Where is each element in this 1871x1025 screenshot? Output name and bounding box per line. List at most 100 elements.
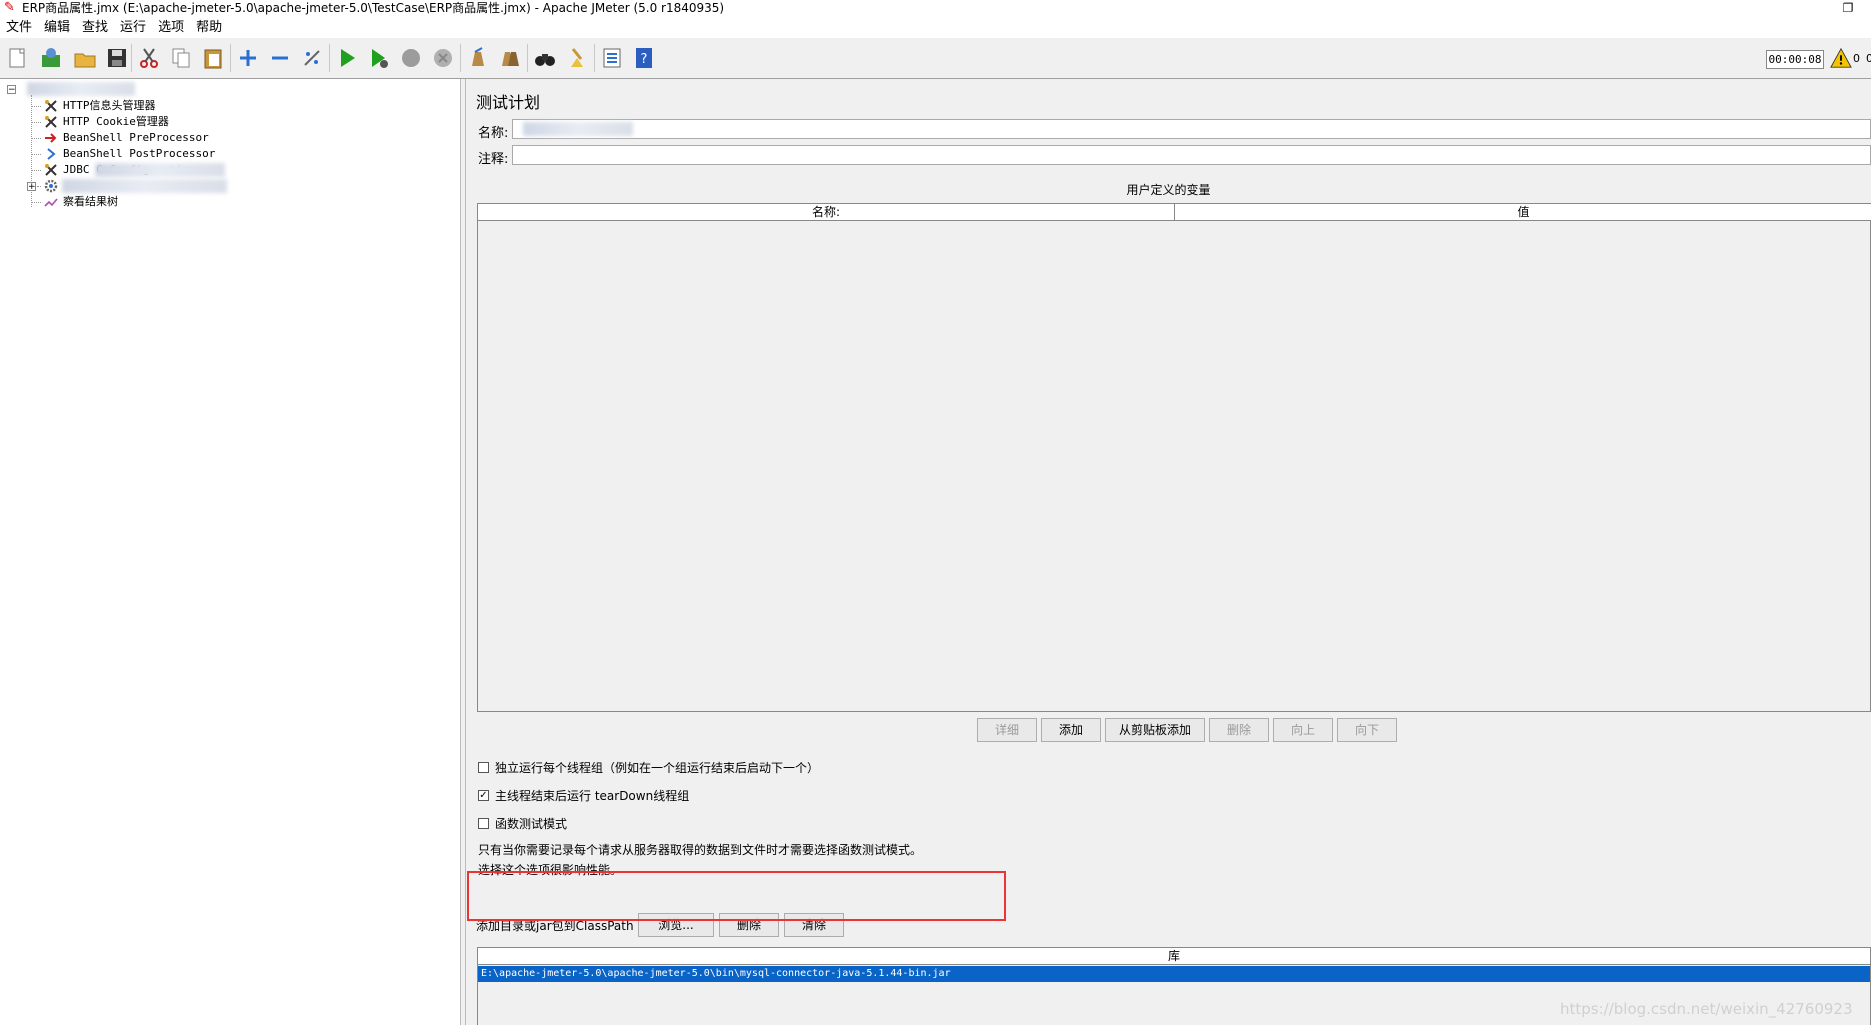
graph-icon — [42, 194, 60, 210]
functional-mode-option[interactable]: 函数测试模式 — [478, 815, 567, 832]
page-title: 测试计划 — [476, 93, 541, 112]
move-down-button[interactable]: 向下 — [1337, 718, 1397, 742]
templates-icon[interactable] — [36, 43, 66, 73]
redacted-plan-name — [523, 122, 633, 136]
functional-mode-label: 函数测试模式 — [495, 817, 568, 831]
start-no-pauses-icon[interactable] — [364, 43, 394, 73]
expand-icon[interactable] — [233, 43, 263, 73]
comment-label: 注释: — [478, 152, 509, 167]
tree-item-view-results-tree[interactable]: 察看结果树 — [42, 194, 118, 210]
menu-help[interactable]: 帮助 — [196, 17, 222, 38]
paste-icon[interactable] — [198, 43, 228, 73]
functional-mode-note: 只有当你需要记录每个请求从服务器取得的数据到文件时才需要选择函数测试模式。 — [478, 843, 923, 857]
clear-all-icon[interactable] — [495, 43, 525, 73]
add-button[interactable]: 添加 — [1041, 718, 1101, 742]
reset-search-broom-icon[interactable] — [562, 43, 592, 73]
collapse-root-icon[interactable]: − — [7, 85, 16, 95]
function-helper-icon[interactable] — [597, 43, 627, 73]
tree-guide-line — [31, 170, 41, 171]
user-variables-table[interactable]: 名称: 值 — [477, 203, 1871, 712]
table-row[interactable]: E:\apache-jmeter-5.0\apache-jmeter-5.0\b… — [478, 966, 1870, 982]
toolbar-separator — [460, 44, 461, 72]
toolbar: ? 00:00:08 0 0 — [0, 38, 1871, 79]
serialize-checkbox[interactable] — [478, 762, 489, 773]
warning-icon[interactable] — [1830, 47, 1852, 69]
tree-guide-line — [37, 186, 41, 187]
stop-icon[interactable] — [396, 43, 426, 73]
tree-item-label: BeanShell PreProcessor — [63, 131, 209, 144]
detail-button[interactable]: 详细 — [977, 718, 1037, 742]
collapse-icon[interactable] — [265, 43, 295, 73]
test-plan-tree: − HTTP信息头管理器 HTTP Cookie管理器 BeanShell Pr… — [0, 79, 460, 1025]
elapsed-timer: 00:00:08 — [1766, 50, 1824, 69]
teardown-label: 主线程结束后运行 tearDown线程组 — [495, 789, 690, 803]
jmeter-feather-icon: ✎ — [4, 0, 15, 15]
functional-mode-checkbox[interactable] — [478, 818, 489, 829]
tree-item-cookie-manager[interactable]: HTTP Cookie管理器 — [42, 114, 169, 130]
tree-guide-line — [31, 154, 41, 155]
column-header-value[interactable]: 值 — [1175, 204, 1871, 221]
cut-icon[interactable] — [134, 43, 164, 73]
tree-item-beanshell-pre[interactable]: BeanShell PreProcessor — [42, 130, 209, 146]
menu-options[interactable]: 选项 — [158, 17, 184, 38]
redacted-jdbc-name — [95, 163, 225, 177]
menu-run[interactable]: 运行 — [120, 17, 146, 38]
name-input[interactable] — [512, 119, 1871, 139]
menu-search[interactable]: 查找 — [82, 17, 108, 38]
toolbar-separator — [594, 44, 595, 72]
wrench-scissors-icon — [42, 162, 60, 178]
warning-count: 0 — [1853, 52, 1860, 65]
expand-thread-group-icon[interactable]: + — [27, 182, 36, 192]
copy-icon[interactable] — [166, 43, 196, 73]
wrench-scissors-icon — [42, 114, 60, 130]
tree-item-header-manager[interactable]: HTTP信息头管理器 — [42, 98, 156, 114]
title-bar: ✎ ERP商品属性.jmx (E:\apache-jmeter-5.0\apac… — [0, 0, 1871, 17]
redacted-test-plan-name[interactable] — [27, 82, 135, 96]
move-up-button[interactable]: 向上 — [1273, 718, 1333, 742]
search-binoculars-icon[interactable] — [530, 43, 560, 73]
tree-guide-line — [31, 138, 41, 139]
comment-input[interactable] — [512, 145, 1871, 165]
svg-text:?: ? — [641, 52, 648, 67]
teardown-checkbox[interactable]: ✓ — [478, 790, 489, 801]
clear-icon[interactable] — [463, 43, 493, 73]
gear-icon — [42, 178, 60, 194]
menu-bar: 文件 编辑 查找 运行 选项 帮助 — [0, 17, 1871, 38]
toolbar-separator — [131, 44, 132, 72]
library-column-header[interactable]: 库 — [478, 948, 1870, 965]
post-processor-arrow-icon — [42, 146, 60, 162]
teardown-option[interactable]: ✓ 主线程结束后运行 tearDown线程组 — [478, 787, 689, 804]
tree-item-label: HTTP信息头管理器 — [63, 99, 156, 112]
new-icon[interactable] — [2, 43, 32, 73]
udv-section-title: 用户定义的变量 — [1126, 183, 1211, 197]
tree-item-thread-group[interactable] — [42, 178, 63, 194]
help-icon[interactable]: ? — [629, 43, 659, 73]
column-header-name[interactable]: 名称: — [478, 204, 1175, 221]
tree-item-label: BeanShell PostProcessor — [63, 147, 216, 160]
tree-item-label: 察看结果树 — [63, 195, 118, 208]
restore-window-button[interactable]: ❐ — [1825, 0, 1871, 17]
highlight-annotation-box — [467, 871, 1006, 921]
tree-guide-line — [31, 106, 41, 107]
redacted-thread-group-name — [62, 179, 227, 193]
save-icon[interactable] — [102, 43, 132, 73]
error-count: 0 — [1866, 52, 1871, 65]
tree-item-label: HTTP Cookie管理器 — [63, 115, 169, 128]
shutdown-icon[interactable] — [428, 43, 458, 73]
start-icon[interactable] — [332, 43, 362, 73]
add-from-clipboard-button[interactable]: 从剪贴板添加 — [1105, 718, 1205, 742]
toggle-icon[interactable] — [297, 43, 327, 73]
open-icon[interactable] — [70, 43, 100, 73]
tree-item-beanshell-post[interactable]: BeanShell PostProcessor — [42, 146, 215, 162]
menu-file[interactable]: 文件 — [6, 17, 32, 38]
tree-guide-line — [31, 122, 41, 123]
serialize-thread-groups-option[interactable]: 独立运行每个线程组（例如在一个组运行结束后启动下一个） — [478, 759, 819, 776]
tree-guide-line — [31, 202, 41, 203]
menu-edit[interactable]: 编辑 — [44, 17, 70, 38]
delete-button[interactable]: 删除 — [1209, 718, 1269, 742]
window-title: ERP商品属性.jmx (E:\apache-jmeter-5.0\apache… — [22, 1, 725, 15]
name-label: 名称: — [478, 126, 509, 141]
pre-processor-arrow-icon — [42, 130, 60, 146]
toolbar-separator — [527, 44, 528, 72]
watermark: https://blog.csdn.net/weixin_42760923 — [1560, 1000, 1853, 1018]
